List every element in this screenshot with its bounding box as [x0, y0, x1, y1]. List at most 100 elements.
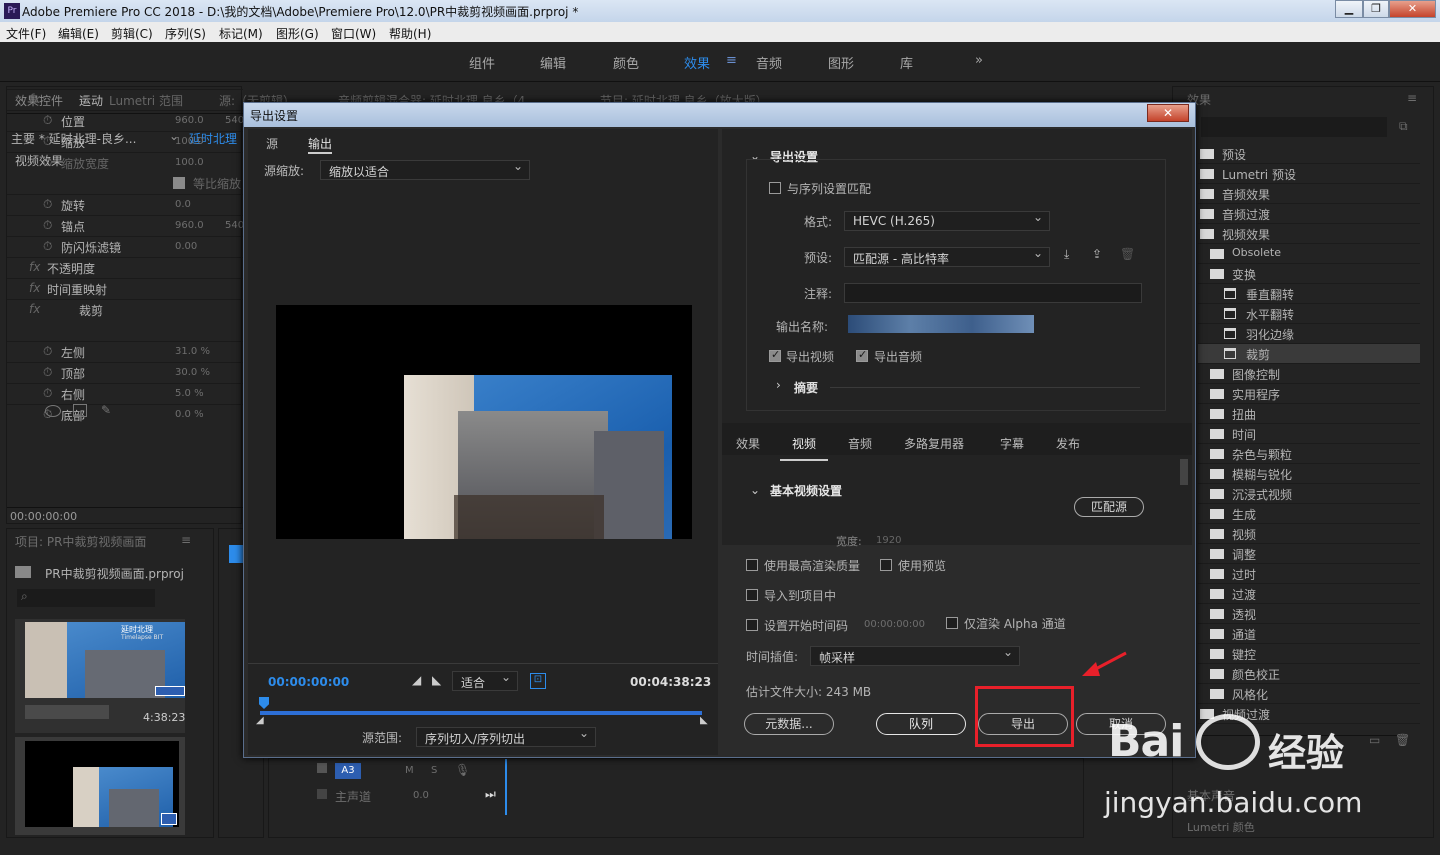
sequence-thumbnail[interactable]	[15, 737, 185, 835]
effects-item[interactable]: 裁剪	[1198, 344, 1420, 364]
effects-item[interactable]: 时间	[1198, 424, 1420, 444]
effects-item[interactable]: 音频过渡	[1198, 204, 1420, 224]
tab-output-view[interactable]: 输出	[308, 135, 333, 154]
stopwatch-icon[interactable]: ⏱	[43, 113, 52, 128]
ec-row[interactable]: ⏱ 左侧 31.0 %	[7, 341, 243, 361]
ec-row-value-2[interactable]: 540	[225, 220, 244, 231]
import-project-checkbox[interactable]	[746, 589, 758, 601]
playhead[interactable]	[505, 759, 507, 815]
ec-row-value[interactable]: 5.0 %	[175, 388, 204, 399]
maximize-button[interactable]: ❐	[1363, 0, 1389, 18]
effects-item[interactable]: 调整	[1198, 544, 1420, 564]
settings-tab-2[interactable]: 音频	[848, 435, 872, 452]
effects-item[interactable]: 风格化	[1198, 684, 1420, 704]
effects-item[interactable]: 颜色校正	[1198, 664, 1420, 684]
ec-row-value[interactable]: 960.0	[175, 115, 204, 126]
ec-row-value-2[interactable]: 540	[225, 115, 244, 126]
ec-row-value[interactable]: 30.0 %	[175, 367, 210, 378]
ec-row[interactable]: fx 裁剪	[7, 299, 243, 319]
search-input[interactable]	[17, 589, 155, 607]
stopwatch-icon[interactable]: ⏱	[43, 386, 52, 401]
ec-row[interactable]: fx 不透明度	[7, 257, 243, 277]
track-a3[interactable]: A3	[335, 763, 361, 779]
import-preset-icon[interactable]: ⇪	[1092, 247, 1102, 261]
ec-row[interactable]: fx 时间重映射	[7, 278, 243, 298]
folder-add-icon[interactable]: ▭	[1369, 733, 1380, 747]
fx-icon[interactable]: fx	[29, 260, 40, 274]
effects-item[interactable]: Obsolete	[1198, 244, 1420, 264]
effects-item[interactable]: 通道	[1198, 624, 1420, 644]
ec-row-value[interactable]: 0.0	[175, 199, 191, 210]
set-out-icon[interactable]: ◣	[432, 673, 441, 687]
ec-timecode[interactable]: 00:00:00:00	[10, 510, 77, 523]
out-point-marker[interactable]: ◣	[700, 715, 708, 726]
save-preset-icon[interactable]: ⤓	[1064, 247, 1069, 262]
close-window-button[interactable]: ✕	[1389, 0, 1436, 18]
match-sequence-checkbox[interactable]	[769, 182, 781, 194]
menu-item-6[interactable]: 窗口(W)	[331, 25, 376, 42]
set-in-icon[interactable]: ◢	[412, 673, 421, 687]
master-lock-icon[interactable]	[317, 789, 327, 799]
preset-select[interactable]: 匹配源 - 高比特率	[844, 246, 1050, 267]
queue-button[interactable]: 队列	[876, 713, 966, 735]
menu-item-3[interactable]: 序列(S)	[165, 25, 206, 42]
lumetri-color-tab[interactable]: Lumetri 颜色	[1187, 819, 1255, 835]
menu-item-0[interactable]: 文件(F)	[6, 25, 46, 42]
settings-scrollbar[interactable]	[1180, 459, 1188, 485]
settings-tab-4[interactable]: 字幕	[1000, 435, 1024, 452]
fit-select[interactable]: 适合	[452, 670, 518, 691]
mic-icon[interactable]: 🎙	[455, 763, 470, 777]
effects-search-input[interactable]	[1201, 117, 1387, 137]
rect-mask-icon[interactable]	[73, 404, 87, 417]
stopwatch-icon[interactable]: ⏱	[43, 344, 52, 359]
workspace-tab-5[interactable]: 图形	[828, 53, 854, 72]
end-icon[interactable]: ⏭	[485, 787, 496, 802]
crop-icon[interactable]: ⊡	[530, 673, 546, 689]
minimize-button[interactable]: ▁	[1335, 0, 1363, 18]
menu-item-4[interactable]: 标记(M)	[219, 25, 263, 42]
effects-item[interactable]: 音频效果	[1198, 184, 1420, 204]
stopwatch-icon[interactable]: ⏱	[43, 239, 52, 254]
uniform-scale-checkbox[interactable]	[173, 177, 185, 189]
effects-item[interactable]: 过渡	[1198, 584, 1420, 604]
clip-thumbnail[interactable]: 延时北理 Timelapse BIT 4:38:23	[15, 619, 185, 733]
effects-item[interactable]: 沉浸式视频	[1198, 484, 1420, 504]
effects-item[interactable]: 过时	[1198, 564, 1420, 584]
export-audio-checkbox[interactable]	[856, 348, 868, 362]
solo-button[interactable]: S	[431, 765, 437, 776]
workspace-tab-3[interactable]: 效果	[684, 53, 710, 72]
summary-chevron-icon[interactable]: ›	[776, 378, 781, 392]
playhead-marker[interactable]	[259, 697, 269, 709]
effects-item[interactable]: 实用程序	[1198, 384, 1420, 404]
ec-row[interactable]: ⏱ 锚点 960.0 540	[7, 215, 244, 235]
stopwatch-icon[interactable]: ⏱	[43, 218, 52, 233]
effects-item[interactable]: 垂直翻转	[1198, 284, 1420, 304]
effects-item[interactable]: 扭曲	[1198, 404, 1420, 424]
effects-item[interactable]: Lumetri 预设	[1198, 164, 1420, 184]
menu-item-1[interactable]: 编辑(E)	[58, 25, 99, 42]
effects-item[interactable]: 模糊与锐化	[1198, 464, 1420, 484]
effects-item[interactable]: 透视	[1198, 604, 1420, 624]
new-bin-icon[interactable]: ⧉	[1399, 119, 1408, 134]
ec-row[interactable]: fx 运动	[7, 89, 243, 109]
output-name-link[interactable]	[848, 315, 1034, 333]
ec-row-value[interactable]: 960.0	[175, 220, 204, 231]
overflow-chevron-icon[interactable]: »	[975, 53, 983, 68]
menu-item-7[interactable]: 帮助(H)	[389, 25, 431, 42]
timecode-start[interactable]: 00:00:00:00	[268, 675, 349, 689]
ec-row[interactable]: ⏱ 右侧 5.0 %	[7, 383, 243, 403]
lock-icon[interactable]	[317, 763, 327, 773]
pen-mask-icon[interactable]: ✎	[101, 403, 111, 417]
alpha-only-checkbox[interactable]	[946, 617, 958, 629]
ec-row[interactable]: ⏱ 缩放 100.0	[7, 131, 243, 151]
source-scale-select[interactable]: 缩放以适合	[320, 159, 530, 180]
interp-select[interactable]: 帧采样	[810, 645, 1020, 666]
comments-input[interactable]	[844, 283, 1142, 303]
start-tc-value[interactable]: 00:00:00:00	[864, 619, 925, 630]
tab-source-view[interactable]: 源	[266, 135, 278, 152]
export-video-checkbox[interactable]	[769, 348, 781, 362]
settings-tab-0[interactable]: 效果	[736, 435, 760, 452]
source-range-select[interactable]: 序列切入/序列切出	[416, 726, 596, 747]
metadata-button[interactable]: 元数据...	[744, 713, 834, 735]
project-menu-icon[interactable]: ≡	[181, 533, 191, 547]
